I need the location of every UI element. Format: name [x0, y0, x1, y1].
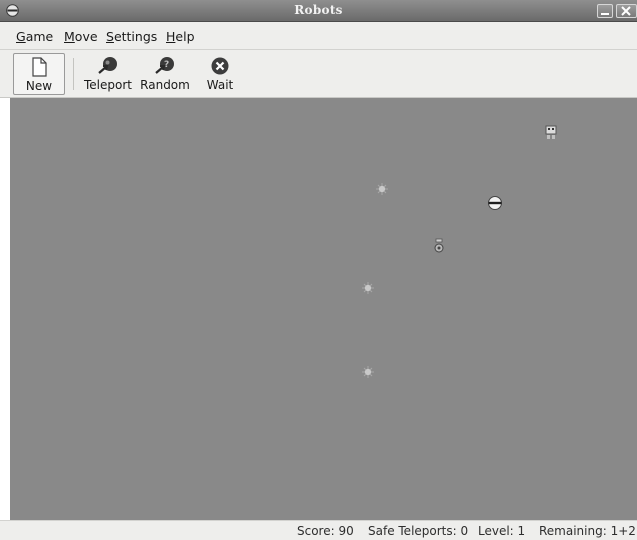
menu-move[interactable]: Move [64, 29, 98, 44]
teleport-button[interactable]: Teleport [83, 53, 133, 95]
player-sprite [488, 196, 502, 210]
new-game-button[interactable]: New [13, 53, 65, 95]
wait-icon [211, 57, 229, 75]
remaining-text: Remaining: 1+2 3 [539, 524, 637, 538]
window-title: Robots [294, 3, 343, 17]
menu-settings-label: ettings [113, 29, 158, 44]
menu-help[interactable]: Help [166, 29, 195, 44]
teleport-label: Teleport [84, 78, 132, 92]
robot-sprite [545, 125, 557, 139]
menu-move-label: ove [74, 29, 98, 44]
toolbar: New Teleport ? Random Wait [0, 50, 637, 98]
menu-game-mnemonic: G [16, 29, 26, 44]
menu-bar: Game Move Settings Help [0, 22, 637, 50]
random-teleport-button[interactable]: ? Random [139, 53, 191, 95]
menu-help-label: elp [175, 29, 195, 44]
close-icon [621, 6, 631, 16]
explosion-sprite [376, 183, 388, 195]
new-game-label: New [25, 79, 53, 93]
menu-help-mnemonic: H [166, 29, 176, 44]
title-bar: Robots [0, 0, 637, 22]
random-teleport-icon: ? [155, 57, 174, 74]
explosion-sprite [362, 366, 374, 378]
minimize-button[interactable] [597, 4, 613, 18]
explosion-sprite [362, 282, 374, 294]
toolbar-separator [73, 58, 74, 90]
wait-button[interactable]: Wait [200, 53, 240, 95]
menu-settings-mnemonic: S [106, 29, 114, 44]
minimize-icon [601, 13, 609, 15]
wait-label: Wait [206, 78, 234, 92]
menu-settings[interactable]: Settings [106, 29, 157, 44]
game-board[interactable] [10, 98, 637, 520]
teleport-icon [98, 57, 117, 74]
score-text: Score: 90 [297, 524, 354, 538]
level-text: Level: 1 [478, 524, 526, 538]
menu-game-label: ame [25, 29, 54, 44]
status-bar: Score: 90 Safe Teleports: 0 Level: 1 Rem… [0, 520, 637, 540]
menu-game[interactable]: Game [16, 29, 53, 44]
safe-teleports-text: Safe Teleports: 0 [368, 524, 469, 538]
new-document-icon [32, 57, 47, 77]
random-teleport-label: Random [140, 78, 190, 92]
scrap-heap-sprite [434, 238, 444, 253]
menu-move-mnemonic: M [64, 29, 75, 44]
close-button[interactable] [616, 4, 637, 18]
